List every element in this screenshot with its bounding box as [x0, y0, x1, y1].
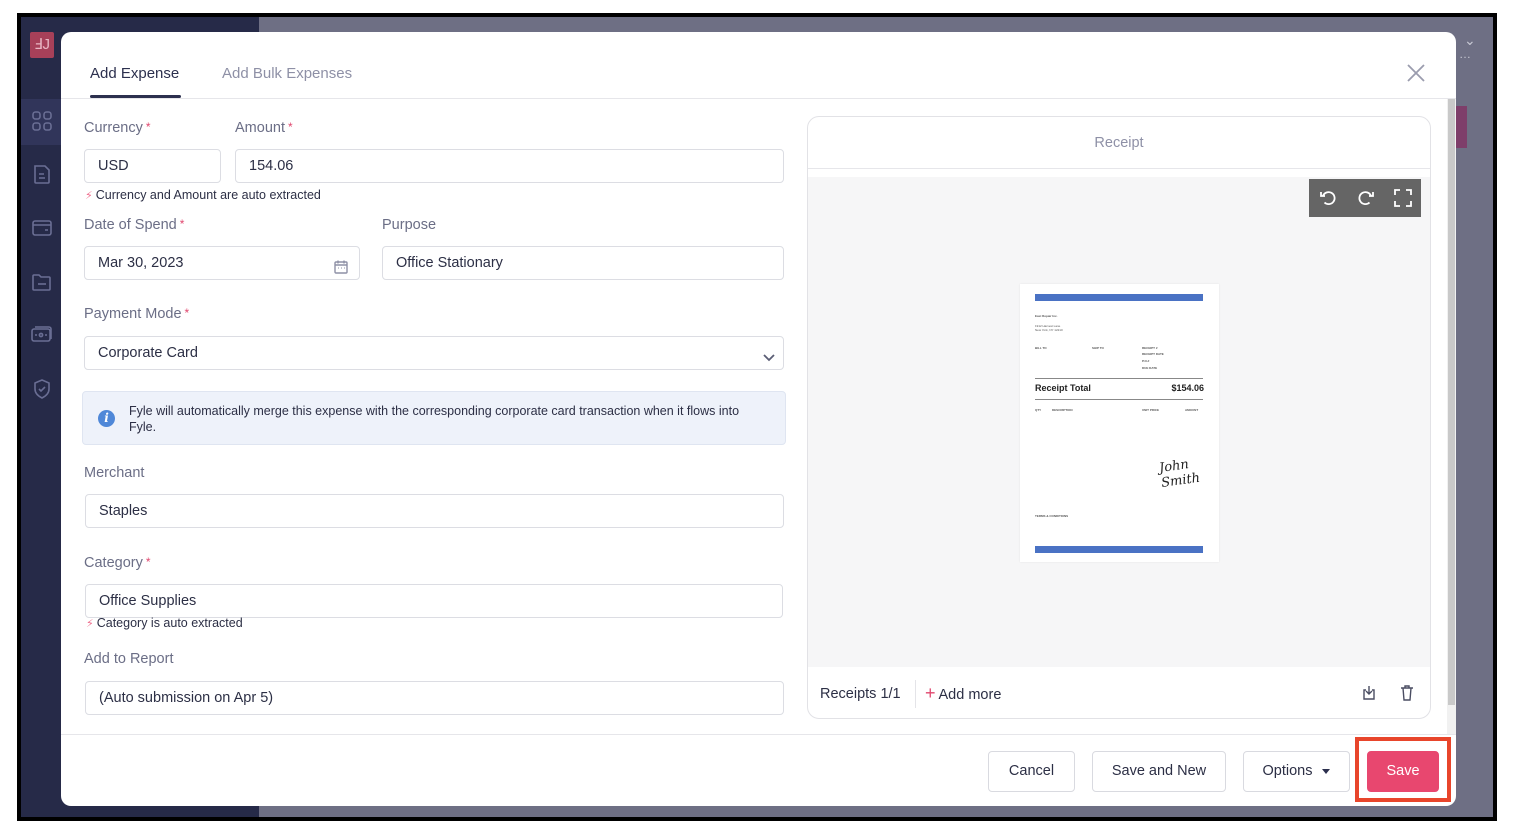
- calendar-icon[interactable]: [333, 255, 349, 274]
- date-of-spend-label: Date of Spend *: [84, 217, 185, 233]
- chevron-down-icon: [761, 345, 777, 362]
- lightning-icon: ⚡: [85, 190, 93, 202]
- receipt-date-label: RECEIPT DATE: [1142, 352, 1164, 356]
- rotate-left-icon[interactable]: [1318, 188, 1338, 208]
- modal-footer: Cancel Save and New Options Save: [61, 734, 1456, 806]
- receipt-panel-title: Receipt: [808, 117, 1430, 169]
- add-to-report-label: Add to Report: [84, 651, 174, 667]
- document-icon[interactable]: [30, 162, 54, 186]
- receipt-amount-header: AMOUNT: [1185, 408, 1199, 412]
- date-value: Mar 30, 2023: [98, 255, 184, 271]
- info-icon: i: [98, 410, 115, 427]
- trash-icon[interactable]: [1398, 684, 1416, 702]
- cancel-button[interactable]: Cancel: [988, 751, 1075, 792]
- tab-add-bulk-expenses[interactable]: Add Bulk Expenses: [222, 65, 352, 82]
- receipt-image[interactable]: East Repair Inc. 1912 Harvest Lane New Y…: [1020, 284, 1219, 562]
- shield-check-icon[interactable]: [30, 377, 54, 401]
- category-autoextract-hint: ⚡ Category is auto extracted: [86, 616, 243, 630]
- receipt-po-label: P.O.#: [1142, 359, 1150, 363]
- lightning-icon: ⚡: [86, 618, 94, 630]
- card-icon[interactable]: [30, 216, 54, 240]
- folder-icon[interactable]: [30, 270, 54, 294]
- divider: [915, 680, 916, 708]
- receipt-footer-bar: [1035, 546, 1203, 553]
- corporate-card-info-banner: i Fyle will automatically merge this exp…: [82, 391, 786, 445]
- scrollbar-thumb[interactable]: [1448, 99, 1455, 705]
- rotate-right-icon[interactable]: [1356, 188, 1376, 208]
- receipt-divider: [1035, 378, 1203, 379]
- purpose-label: Purpose: [382, 217, 437, 233]
- add-to-report-field[interactable]: (Auto submission on Apr 5): [85, 681, 784, 715]
- caret-down-icon: [1322, 768, 1331, 774]
- save-button-highlight: [1355, 737, 1451, 802]
- modal-body: Currency * USD Amount * 154.06 ⚡ Currency a…: [61, 99, 1447, 734]
- receipt-ship-to: SHIP TO: [1092, 346, 1104, 350]
- close-icon[interactable]: [1405, 62, 1427, 84]
- receipt-number-label: RECEIPT #: [1142, 346, 1158, 350]
- payment-mode-label: Payment Mode *: [84, 306, 190, 322]
- purpose-field[interactable]: Office Stationary: [382, 246, 784, 280]
- receipt-panel: Receipt East Repair Inc. 1912 Harvest La…: [807, 116, 1431, 719]
- plus-icon: +: [925, 683, 936, 703]
- receipt-qty-header: QTY: [1035, 408, 1042, 412]
- wallet-icon[interactable]: [30, 323, 54, 347]
- active-tab-indicator: [90, 95, 181, 98]
- fullscreen-icon[interactable]: [1393, 188, 1413, 208]
- category-field[interactable]: Office Supplies: [85, 584, 783, 618]
- date-of-spend-field[interactable]: Mar 30, 2023: [84, 246, 360, 280]
- receipt-total-value: $154.06: [1171, 383, 1204, 393]
- amount-label: Amount *: [235, 120, 293, 136]
- payment-mode-select[interactable]: Corporate Card: [84, 336, 784, 370]
- receipt-address-city: New York, NY 12210: [1035, 328, 1063, 332]
- download-icon[interactable]: [1360, 684, 1378, 702]
- add-more-receipts-button[interactable]: + Add more: [925, 683, 1001, 703]
- modal-scrollbar[interactable]: [1447, 99, 1456, 734]
- receipt-description-header: DESCRIPTION: [1052, 408, 1073, 412]
- receipt-divider: [1035, 399, 1203, 400]
- options-dropdown-button[interactable]: Options: [1243, 751, 1350, 792]
- profile-ellipsis: …: [1459, 47, 1471, 61]
- save-and-new-button[interactable]: Save and New: [1092, 751, 1226, 792]
- modal-tabs: Add Expense Add Bulk Expenses: [61, 32, 1456, 99]
- amount-autoextract-hint: ⚡ Currency and Amount are auto extracted: [85, 188, 321, 202]
- payment-mode-value: Corporate Card: [98, 345, 198, 361]
- category-label: Category *: [84, 555, 151, 571]
- dashboard-icon[interactable]: [30, 109, 54, 133]
- receipt-company: East Repair Inc.: [1035, 314, 1058, 318]
- receipt-bill-to: BILL TO: [1035, 346, 1047, 350]
- currency-field[interactable]: USD: [84, 149, 221, 183]
- currency-label: Currency *: [84, 120, 151, 136]
- add-expense-modal: Add Expense Add Bulk Expenses Currency * …: [61, 32, 1456, 806]
- receipt-view-toolbar: [1309, 179, 1421, 217]
- receipt-terms: TERMS & CONDITIONS: [1035, 514, 1069, 518]
- merchant-field[interactable]: Staples: [85, 494, 784, 528]
- receipt-viewer: East Repair Inc. 1912 Harvest Lane New Y…: [808, 177, 1430, 667]
- app-logo[interactable]: ℲJ: [30, 32, 54, 58]
- receipt-header-bar: [1035, 294, 1203, 301]
- receipt-signature: John Smith: [1158, 457, 1201, 491]
- receipts-count: Receipts 1/1: [820, 686, 901, 702]
- tab-add-expense[interactable]: Add Expense: [90, 65, 179, 82]
- merchant-label: Merchant: [84, 465, 145, 481]
- amount-field[interactable]: 154.06: [235, 149, 784, 183]
- receipt-footer: Receipts 1/1 + Add more: [808, 670, 1430, 718]
- receipt-unit-price-header: UNIT PRICE: [1142, 408, 1160, 412]
- receipt-total-label: Receipt Total: [1035, 383, 1091, 393]
- receipt-due-date-label: DUE DATE: [1142, 366, 1158, 370]
- info-message: Fyle will automatically merge this expen…: [129, 404, 740, 434]
